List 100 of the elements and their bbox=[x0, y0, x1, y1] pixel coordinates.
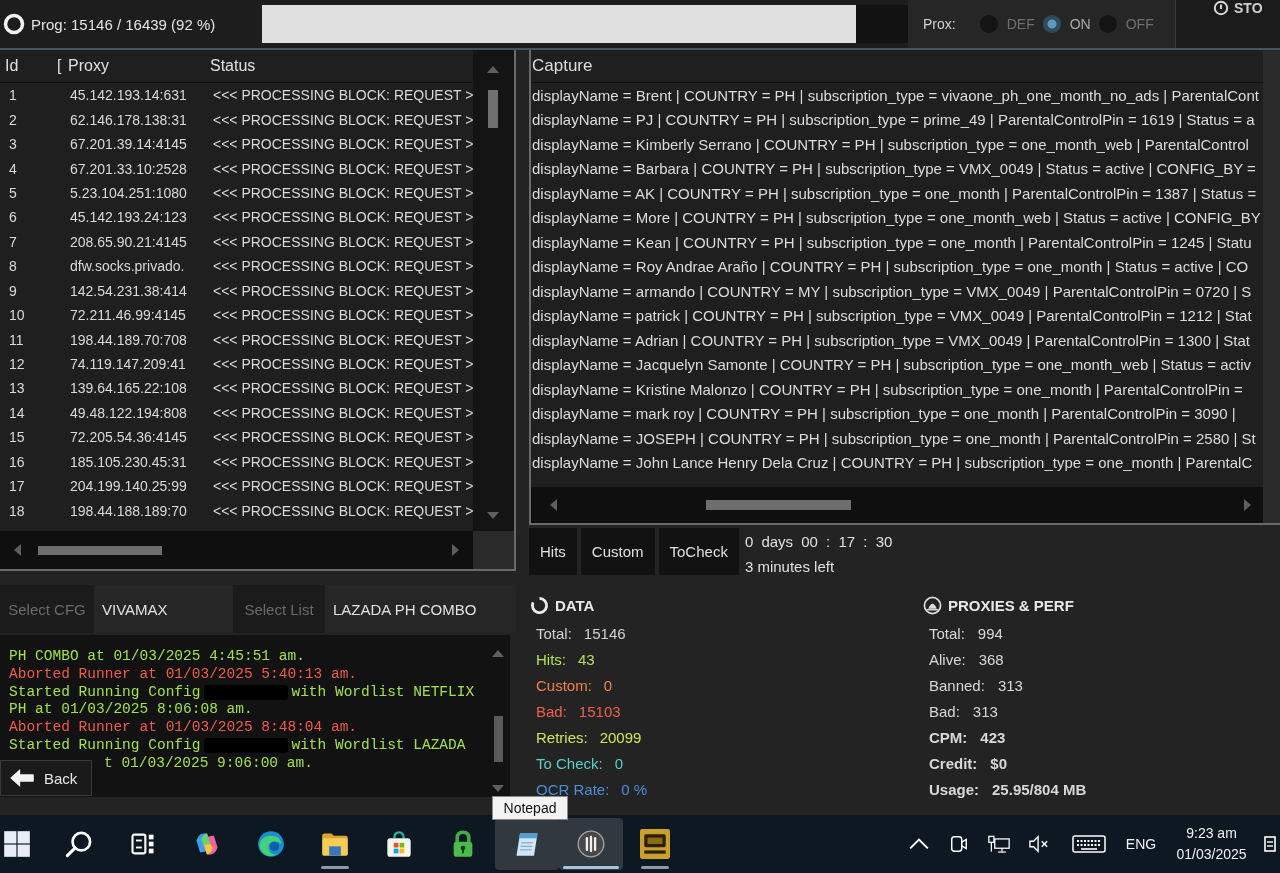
left-arrow-icon[interactable] bbox=[550, 499, 557, 511]
status-cell-text: <<< PROCESSING BLOCK: REQUEST > bbox=[212, 184, 474, 201]
capture-cell-text: displayName = AK | COUNTRY = PH | subscription_type = one_month | ParentalControlPin = 1387 | Status = bbox=[531, 183, 1258, 204]
log-line: with Wordlist NETFLIX bbox=[291, 683, 475, 702]
elapsed-time: 0 days 00 : 17 : 30 bbox=[744, 532, 893, 552]
proxy-cell-text: 62.146.178.138:31 bbox=[69, 111, 188, 128]
stat-value: 25.95/804 MB bbox=[992, 780, 1087, 798]
id-cell-text: 6 bbox=[8, 209, 18, 226]
stat-value: 15146 bbox=[583, 624, 626, 642]
id-cell-text: 3 bbox=[8, 136, 18, 153]
column-header[interactable]: Status bbox=[205, 57, 473, 75]
vertical-scrollbar[interactable] bbox=[1263, 50, 1280, 523]
stat-label: Bad: bbox=[536, 702, 567, 720]
stat-value: 20099 bbox=[599, 728, 642, 746]
proxy-cell-text: 5.23.104.251:1080 bbox=[69, 184, 188, 201]
section-title: PROXIES & PERF bbox=[948, 597, 1074, 614]
network-icon[interactable] bbox=[988, 834, 1010, 854]
proxy-cell-text: 204.199.140.25:99 bbox=[69, 478, 188, 495]
loading-ring-icon bbox=[530, 596, 549, 615]
proxy-mode-radio[interactable]: ON bbox=[1042, 15, 1091, 33]
status-cell-text: <<< PROCESSING BLOCK: REQUEST > bbox=[212, 404, 474, 421]
scrollbar-thumb[interactable] bbox=[38, 545, 162, 555]
stat-value: $0 bbox=[990, 754, 1008, 772]
column-header[interactable]: Id bbox=[0, 57, 57, 75]
capture-cell-text: displayName = Jacquelyn Samonte | COUNTRY = PH | subscription_type = one_month_web | Status = activ bbox=[531, 355, 1252, 376]
id-cell-text: 8 bbox=[8, 258, 18, 275]
id-cell-text: 14 bbox=[8, 404, 26, 421]
power-icon bbox=[1213, 0, 1229, 16]
muted-speaker-icon[interactable] bbox=[1028, 834, 1050, 854]
capture-cell-text: displayName = Kean | COUNTRY = PH | subscription_type = one_month | ParentalControlPin = 1245 | Statu bbox=[531, 232, 1253, 253]
scrollbar-thumb[interactable] bbox=[706, 500, 851, 510]
search-icon bbox=[65, 830, 93, 858]
horizontal-scrollbar[interactable] bbox=[531, 487, 1263, 523]
id-cell-text: 4 bbox=[8, 160, 18, 177]
right-arrow-icon[interactable] bbox=[1244, 499, 1251, 511]
id-cell-text: 5 bbox=[8, 184, 18, 201]
proxy-cell-text: 185.105.230.45:31 bbox=[69, 453, 188, 470]
status-cell-text: <<< PROCESSING BLOCK: REQUEST > bbox=[212, 233, 474, 250]
ring-icon bbox=[3, 13, 25, 35]
wave-circle-icon bbox=[257, 830, 285, 858]
capture-cell-text: displayName = More | COUNTRY = PH | subscription_type = one_month_web | Status = active | CONFIG_BY bbox=[531, 208, 1262, 229]
stat-label: Total: bbox=[536, 624, 572, 642]
stop-button[interactable]: STO bbox=[1213, 0, 1263, 16]
capture-cell-text: displayName = Kimberly Serrano | COUNTRY = PH | subscription_type = one_month_web | ParentalControl bbox=[531, 134, 1250, 155]
stat-label: Banned: bbox=[929, 676, 985, 694]
capture-cell-text: displayName = JOSEPH | COUNTRY = PH | subscription_type = one_month | ParentalControlPin = 2580 | St bbox=[531, 428, 1257, 449]
proxy-cell-text: 45.142.193.14:631 bbox=[69, 87, 188, 104]
tooltip: Notepad bbox=[492, 796, 568, 820]
scrollbar-thumb[interactable] bbox=[488, 90, 498, 128]
capture-cell-text: displayName = armando | COUNTRY = MY | subscription_type = VMX_0049 | ParentalControlPin = 0720 | S bbox=[531, 281, 1253, 302]
column-header[interactable]: Proxy bbox=[68, 57, 205, 75]
proxy-cell-text: 74.119.147.209:41 bbox=[69, 356, 187, 373]
id-cell-text: 12 bbox=[8, 356, 26, 373]
camera-icon[interactable] bbox=[948, 834, 970, 854]
down-arrow-icon[interactable] bbox=[487, 512, 499, 519]
status-cell-text: <<< PROCESSING BLOCK: REQUEST > bbox=[212, 282, 474, 299]
horizontal-scrollbar[interactable] bbox=[0, 531, 473, 569]
id-cell-text: 2 bbox=[8, 111, 18, 128]
stat-label: Usage: bbox=[929, 780, 980, 798]
stat-value: 368 bbox=[978, 650, 1004, 668]
section-title: DATA bbox=[555, 597, 595, 614]
right-arrow-icon[interactable] bbox=[452, 544, 459, 556]
round-emblem-icon bbox=[923, 596, 942, 615]
id-cell-text: 10 bbox=[8, 307, 26, 324]
proxy-cell-text: 198.44.189.70:708 bbox=[69, 331, 188, 348]
keyboard-icon[interactable] bbox=[1072, 835, 1106, 853]
taskbar-button[interactable] bbox=[495, 818, 559, 870]
vertical-scrollbar[interactable] bbox=[473, 50, 514, 531]
proxy-cell-text: 142.54.231.38:414 bbox=[69, 282, 188, 299]
up-arrow-icon[interactable] bbox=[487, 66, 499, 73]
down-arrow-icon[interactable] bbox=[492, 785, 504, 792]
result-tab[interactable]: Hits bbox=[529, 528, 577, 575]
log-line: Aborted Runner at 01/03/2025 5:40:13 am. bbox=[9, 665, 358, 684]
back-button[interactable]: Back bbox=[0, 760, 92, 796]
capture-cell-text: displayName = Barbara | COUNTRY = PH | subscription_type = VMX_0049 | Status = active | CONFIG_BY = bbox=[531, 159, 1257, 180]
status-cell-text: <<< PROCESSING BLOCK: REQUEST > bbox=[212, 160, 474, 177]
result-tab[interactable]: Custom bbox=[580, 528, 655, 575]
id-cell-text: 1 bbox=[8, 87, 18, 104]
scrollbar-thumb[interactable] bbox=[494, 716, 503, 762]
id-cell-text: 18 bbox=[8, 502, 26, 519]
stat-value: 313 bbox=[972, 702, 998, 720]
clock-button[interactable]: 9:23 am 01/03/2025 bbox=[1163, 823, 1260, 865]
capture-cell-text: displayName = patrick | COUNTRY = PH | subscription_type = VMX_0049 | ParentalControlPin = 1212 | Stat bbox=[531, 306, 1253, 327]
language-indicator[interactable]: ENG bbox=[1119, 836, 1163, 852]
id-cell-text: 9 bbox=[8, 282, 18, 299]
status-cell-text: <<< PROCESSING BLOCK: REQUEST > bbox=[212, 380, 474, 397]
status-cell-text: <<< PROCESSING BLOCK: REQUEST > bbox=[212, 502, 474, 519]
status-cell-text: <<< PROCESSING BLOCK: REQUEST > bbox=[212, 453, 474, 470]
left-arrow-icon[interactable] bbox=[14, 544, 21, 556]
column-header[interactable]: [ bbox=[57, 57, 68, 75]
result-tab[interactable]: ToCheck bbox=[658, 528, 739, 575]
stat-label: Retries: bbox=[536, 728, 588, 746]
up-arrow-icon[interactable] bbox=[492, 650, 504, 657]
progress-text: Prog: 15146 / 16439 (92 %) bbox=[31, 15, 216, 33]
proxy-cell-text: 49.48.122.194:808 bbox=[69, 404, 188, 421]
notification-icon[interactable] bbox=[1264, 835, 1276, 853]
stat-label: Total: bbox=[929, 624, 965, 642]
column-header[interactable]: Capture bbox=[531, 50, 1263, 83]
four-squares-icon bbox=[3, 830, 31, 858]
taskbar-button[interactable] bbox=[559, 818, 623, 870]
